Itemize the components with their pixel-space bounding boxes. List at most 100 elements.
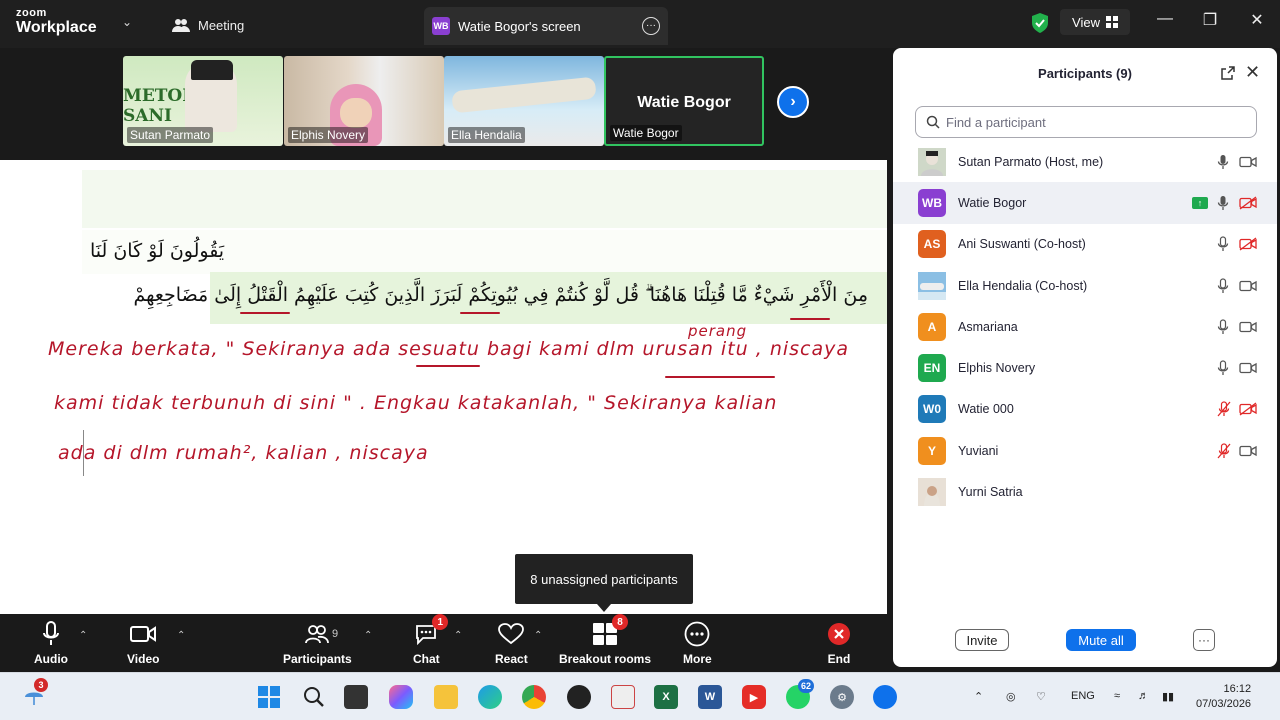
chat-button[interactable]: 1 Chat xyxy=(413,614,449,666)
chevron-down-icon[interactable]: ⌄ xyxy=(122,15,132,29)
video-button[interactable]: Video xyxy=(127,620,159,666)
microphone-icon[interactable] xyxy=(1217,277,1229,294)
chat-badge: 1 xyxy=(432,614,449,630)
video-camera-icon[interactable] xyxy=(1239,362,1257,374)
clock[interactable]: 16:12 07/03/2026 xyxy=(1196,682,1251,712)
participant-search[interactable] xyxy=(915,106,1257,138)
video-tile-sutan[interactable]: METODE ... SANI Sutan Parmato xyxy=(123,56,283,146)
tab-shared-screen[interactable]: WB Watie Bogor's screen ··· xyxy=(424,7,668,45)
microphone-muted-icon[interactable] xyxy=(1217,443,1231,459)
participant-row[interactable]: Yurni Satria xyxy=(893,471,1277,512)
wifi-icon[interactable]: ≈ xyxy=(1114,690,1120,702)
participant-row[interactable]: Y Yuviani xyxy=(893,430,1277,471)
task-view-icon[interactable] xyxy=(344,685,368,709)
end-button[interactable]: End xyxy=(827,620,851,666)
search-icon[interactable] xyxy=(302,685,326,709)
participants-button[interactable]: Participants xyxy=(283,620,352,666)
invite-button[interactable]: Invite xyxy=(955,629,1009,651)
participant-row[interactable]: Ella Hendalia (Co-host) xyxy=(893,265,1277,306)
file-explorer-icon[interactable] xyxy=(434,685,458,709)
participants-options-caret[interactable]: ⌃ xyxy=(364,630,372,641)
microphone-icon[interactable] xyxy=(1217,195,1229,211)
react-button[interactable]: React xyxy=(495,620,528,666)
next-page-button[interactable]: › xyxy=(777,86,809,118)
excel-icon[interactable]: X xyxy=(654,685,678,709)
person-photo-icon xyxy=(918,478,946,507)
settings-gear-icon[interactable]: ⚙ xyxy=(830,685,854,709)
battery-icon[interactable]: ▮▮ xyxy=(1162,690,1174,703)
chevron-up-icon[interactable]: ⌃ xyxy=(974,690,983,703)
video-camera-icon[interactable] xyxy=(1239,156,1257,168)
pop-out-icon[interactable] xyxy=(1221,66,1235,80)
copilot-icon[interactable] xyxy=(389,685,413,709)
minimize-icon[interactable]: — xyxy=(1155,10,1175,28)
close-panel-icon[interactable]: ✕ xyxy=(1245,62,1260,83)
avatar xyxy=(918,147,946,176)
video-off-icon[interactable] xyxy=(1239,402,1257,416)
meeting-tab-label: Meeting xyxy=(198,17,245,33)
more-button[interactable]: More xyxy=(683,620,712,666)
chrome-icon[interactable] xyxy=(522,685,546,709)
panel-more-button[interactable]: ··· xyxy=(1193,629,1215,651)
language-indicator[interactable]: ENG xyxy=(1071,690,1095,702)
video-tile-ella[interactable]: Ella Hendalia xyxy=(444,56,604,146)
view-button[interactable]: View xyxy=(1060,9,1130,35)
video-camera-icon[interactable] xyxy=(1239,445,1257,457)
avatar: AS xyxy=(918,230,946,259)
zoom-app-icon[interactable] xyxy=(873,685,897,709)
heart-icon xyxy=(498,623,525,645)
audio-button[interactable]: Audio xyxy=(34,620,68,666)
more-options-icon[interactable]: ··· xyxy=(642,17,660,35)
volume-icon[interactable]: ♬ xyxy=(1138,690,1149,702)
video-camera-icon[interactable] xyxy=(1239,321,1257,333)
tile-name-label: Watie Bogor xyxy=(610,125,682,141)
participant-row[interactable]: A Asmariana xyxy=(893,306,1277,347)
participant-row[interactable]: WB Watie Bogor ↑ xyxy=(893,182,1277,224)
word-icon[interactable]: W xyxy=(698,685,722,709)
participant-row[interactable]: EN Elphis Novery xyxy=(893,347,1277,388)
search-input[interactable] xyxy=(946,114,1246,130)
microphone-icon[interactable] xyxy=(1217,154,1229,170)
whatsapp-icon[interactable]: 62 xyxy=(786,679,815,709)
security-shield-icon[interactable] xyxy=(1030,12,1050,34)
youtube-icon[interactable]: ▶ xyxy=(742,685,766,709)
weather-widget-icon[interactable]: 3 xyxy=(22,678,48,709)
snipping-tool-icon[interactable] xyxy=(611,685,635,709)
video-tile-elphis[interactable]: Elphis Novery xyxy=(284,56,444,146)
microphone-icon[interactable] xyxy=(1217,360,1229,376)
screen-tab-label: Watie Bogor's screen xyxy=(458,18,581,34)
react-options-caret[interactable]: ⌃ xyxy=(534,630,542,641)
accessibility-icon[interactable]: ♡ xyxy=(1036,690,1046,703)
meeting-tab[interactable]: Meeting xyxy=(164,10,252,40)
mute-all-button[interactable]: Mute all xyxy=(1066,629,1136,651)
zoom-logo: zoom Workplace xyxy=(16,8,97,36)
network-status-icon[interactable]: ◎ xyxy=(1006,690,1016,703)
chat-options-caret[interactable]: ⌃ xyxy=(454,630,462,641)
video-camera-icon[interactable] xyxy=(1239,280,1257,292)
arabic-text-line: مِنَ الْأَمْرِ شَيْءٌ مَّا قُتِلْنَا هَا… xyxy=(133,284,868,306)
participant-name: Watie 000 xyxy=(958,402,1014,417)
video-options-caret[interactable]: ⌃ xyxy=(177,630,185,641)
video-off-icon[interactable] xyxy=(1239,196,1257,210)
participant-name: Ani Suswanti (Co-host) xyxy=(958,237,1086,252)
restore-icon[interactable]: ❐ xyxy=(1200,10,1220,30)
microphone-muted-icon[interactable] xyxy=(1217,401,1231,417)
app-icon[interactable] xyxy=(567,685,591,709)
breakout-rooms-button[interactable]: 8 Breakout rooms xyxy=(559,614,651,666)
participant-row[interactable]: AS Ani Suswanti (Co-host) xyxy=(893,224,1277,265)
video-tile-watie[interactable]: Watie Bogor Watie Bogor xyxy=(604,56,764,146)
microphone-icon[interactable] xyxy=(1217,236,1229,252)
shared-screen-content[interactable]: يَقُولُونَ لَوْ كَانَ لَنَا مِنَ الْأَمْ… xyxy=(0,160,887,614)
microphone-icon[interactable] xyxy=(1217,319,1229,335)
edge-browser-icon[interactable] xyxy=(478,685,502,709)
participant-row[interactable]: W0 Watie 000 xyxy=(893,389,1277,430)
participant-row[interactable]: Sutan Parmato (Host, me) xyxy=(893,141,1277,182)
start-windows-icon[interactable] xyxy=(257,685,281,709)
video-off-icon[interactable] xyxy=(1239,237,1257,251)
end-meeting-icon xyxy=(828,623,850,645)
clock-date: 07/03/2026 xyxy=(1196,698,1252,710)
person-photo-icon xyxy=(918,147,946,176)
close-window-icon[interactable]: ✕ xyxy=(1247,10,1267,30)
breakout-tooltip: 8 unassigned participants xyxy=(515,554,693,612)
audio-options-caret[interactable]: ⌃ xyxy=(79,630,87,641)
